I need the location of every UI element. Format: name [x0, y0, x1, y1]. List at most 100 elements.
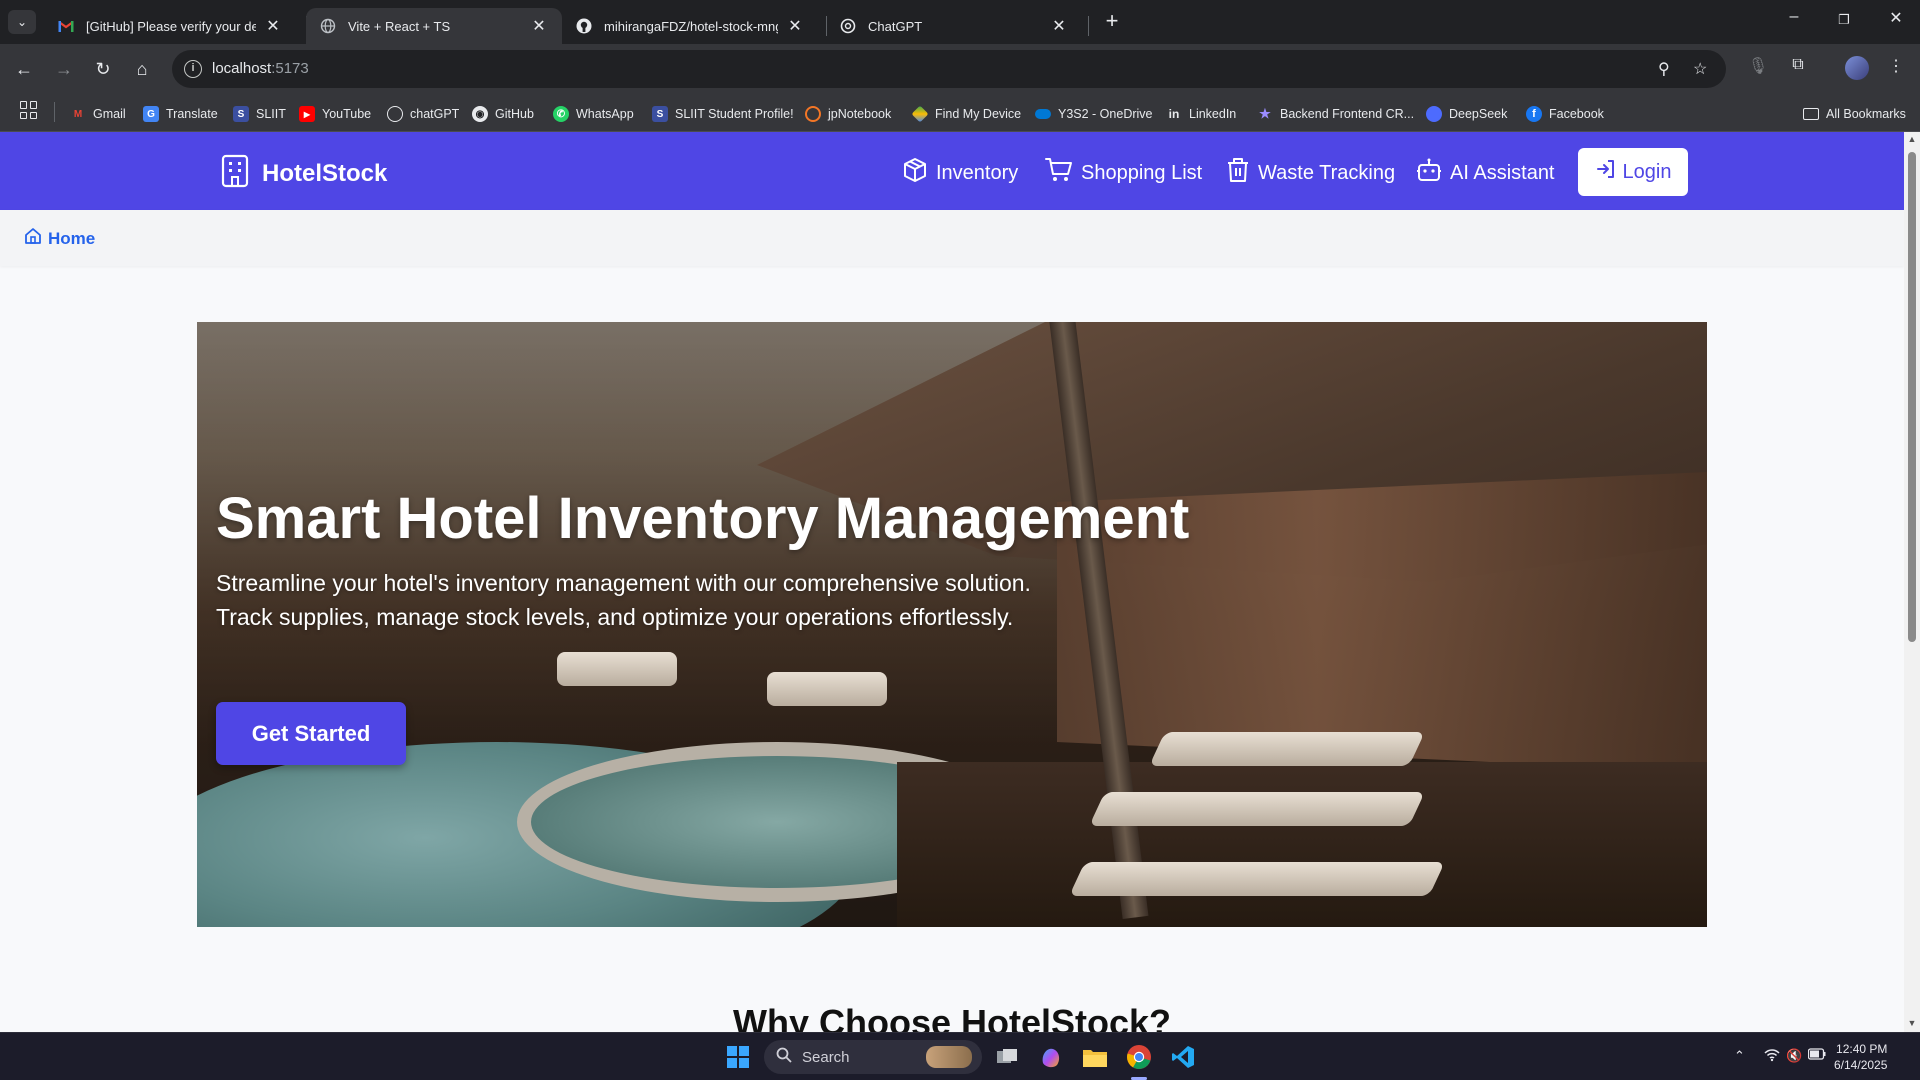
scroll-down-icon[interactable]: ▼	[1907, 1018, 1917, 1028]
back-icon[interactable]: ←	[10, 56, 38, 82]
bookmark-translate[interactable]: G Translate	[143, 104, 218, 124]
bot-icon	[1416, 157, 1450, 189]
close-tab-icon[interactable]: ✕	[530, 16, 548, 36]
hero-image-deck	[897, 762, 1707, 927]
bookmark-label: WhatsApp	[576, 107, 634, 121]
copilot-icon[interactable]	[1036, 1042, 1066, 1072]
youtube-icon: ▶	[299, 106, 315, 122]
tab-vite-react[interactable]: Vite + React + TS ✕	[306, 8, 562, 44]
bookmark-backend-frontend[interactable]: ★ Backend Frontend CR...	[1257, 104, 1414, 124]
windows-start-icon[interactable]	[727, 1046, 749, 1068]
chrome-icon[interactable]	[1124, 1042, 1154, 1072]
site-info-icon[interactable]: i	[184, 60, 202, 78]
get-started-button[interactable]: Get Started	[216, 702, 406, 765]
tray-chevron-icon[interactable]: ⌃	[1734, 1048, 1745, 1064]
reload-icon[interactable]: ↻	[89, 56, 117, 82]
bookmark-label: Find My Device	[935, 107, 1022, 121]
tab-title: Vite + React + TS	[348, 18, 451, 34]
page-viewport: HotelStock Inventory Shopping List Waste…	[0, 132, 1904, 1032]
nav-waste-tracking[interactable]: Waste Tracking	[1226, 157, 1395, 189]
system-clock[interactable]: 12:40 PM 6/14/2025	[1834, 1041, 1887, 1073]
bookmark-label: Facebook	[1549, 107, 1604, 121]
url-text[interactable]: localhost:5173	[212, 60, 309, 77]
scroll-thumb[interactable]	[1908, 152, 1916, 642]
hero-image-lounger	[1069, 862, 1445, 896]
tab-strip: ⌄ [GitHub] Please verify your device ✕ V…	[0, 0, 1920, 44]
cart-icon	[1045, 157, 1081, 189]
section-title: Why Choose HotelStock?	[732, 1002, 1172, 1032]
forward-icon[interactable]: →	[50, 56, 78, 82]
breadcrumb-bar: Home	[0, 210, 1904, 266]
close-tab-icon[interactable]: ✕	[264, 16, 282, 36]
taskbar-search[interactable]: Search	[764, 1040, 982, 1074]
close-tab-icon[interactable]: ✕	[786, 16, 804, 36]
profile-avatar[interactable]	[1845, 56, 1869, 80]
nav-shopping-list[interactable]: Shopping List	[1045, 157, 1202, 189]
volume-muted-icon[interactable]: 🔇	[1786, 1048, 1802, 1064]
bookmark-linkedin[interactable]: in LinkedIn	[1166, 104, 1237, 124]
tab-github-repo[interactable]: mihirangaFDZ/hotel-stock-mng-sy ✕	[562, 8, 818, 44]
file-explorer-icon[interactable]	[1080, 1042, 1110, 1072]
bookmark-onedrive[interactable]: Y3S2 - OneDrive	[1035, 104, 1152, 124]
bookmark-sliit[interactable]: S SLIIT	[233, 104, 286, 124]
bookmark-star-icon[interactable]: ☆	[1693, 59, 1707, 79]
breadcrumb-label: Home	[48, 228, 96, 248]
box-icon	[902, 157, 936, 189]
all-bookmarks[interactable]: All Bookmarks	[1803, 104, 1906, 124]
url-port: :5173	[271, 60, 309, 77]
hero-image-lounger	[1149, 732, 1425, 766]
tab-chatgpt[interactable]: ChatGPT ✕	[826, 8, 1082, 44]
bookmark-label: LinkedIn	[1189, 107, 1237, 121]
task-view-icon[interactable]	[992, 1042, 1022, 1072]
brand-logo[interactable]: HotelStock	[220, 154, 387, 193]
nav-ai-assistant[interactable]: AI Assistant	[1416, 157, 1555, 189]
bookmark-github[interactable]: ◉ GitHub	[472, 104, 534, 124]
home-icon	[24, 227, 48, 250]
bookmark-divider	[54, 102, 55, 122]
window-close-icon[interactable]: ✕	[1876, 8, 1916, 28]
battery-icon[interactable]	[1807, 1048, 1826, 1063]
microphone-icon[interactable]: 🎙	[1744, 56, 1772, 76]
deepseek-icon	[1426, 106, 1442, 122]
nav-inventory[interactable]: Inventory	[902, 157, 1018, 189]
tab-search-button[interactable]: ⌄	[8, 10, 36, 34]
login-button[interactable]: Login	[1578, 148, 1688, 196]
apps-grid-icon[interactable]	[20, 101, 38, 119]
bookmark-whatsapp[interactable]: ✆ WhatsApp	[553, 104, 634, 124]
bookmark-deepseek[interactable]: DeepSeek	[1426, 104, 1507, 124]
bookmark-find-my-device[interactable]: Find My Device	[911, 104, 1022, 124]
bookmark-gmail[interactable]: M Gmail	[70, 104, 126, 124]
address-bar[interactable]: i localhost:5173 ⚲ ☆	[172, 50, 1726, 88]
tab-title: mihirangaFDZ/hotel-stock-mng-sy	[604, 18, 778, 34]
home-icon[interactable]: ⌂	[128, 56, 156, 82]
chatgpt-icon	[387, 106, 403, 122]
scroll-up-icon[interactable]: ▲	[1907, 134, 1917, 144]
menu-icon[interactable]: ⋮	[1882, 56, 1910, 76]
facebook-icon: f	[1526, 106, 1542, 122]
restore-icon[interactable]: ❐	[1824, 12, 1864, 28]
bookmark-jpnotebook[interactable]: jpNotebook	[805, 104, 891, 124]
search-icon	[776, 1047, 802, 1067]
login-label: Login	[1622, 160, 1672, 183]
bookmark-youtube[interactable]: ▶ YouTube	[299, 104, 371, 124]
browser-toolbar: ← → ↻ ⌂ i localhost:5173 ⚲ ☆ 🎙 ⧉ ⋮	[0, 44, 1920, 94]
extensions-icon[interactable]: ⧉	[1784, 56, 1812, 74]
gmail-icon	[58, 18, 74, 34]
vscode-icon[interactable]	[1168, 1042, 1198, 1072]
breadcrumb-home[interactable]: Home	[24, 227, 95, 250]
bookmark-chatgpt[interactable]: chatGPT	[387, 104, 459, 124]
bookmark-sliit-profile[interactable]: S SLIIT Student Profile!	[652, 104, 794, 124]
close-tab-icon[interactable]: ✕	[1050, 16, 1068, 36]
page-scrollbar[interactable]: ▲ ▼	[1904, 132, 1920, 1032]
zoom-icon[interactable]: ⚲	[1658, 59, 1670, 79]
new-tab-button[interactable]: +	[1098, 10, 1126, 34]
bookmark-label: SLIIT	[256, 107, 286, 121]
chatgpt-icon	[840, 18, 856, 34]
folder-icon	[1803, 108, 1819, 120]
tab-github-verify[interactable]: [GitHub] Please verify your device ✕	[44, 8, 296, 44]
minimize-icon[interactable]: –	[1774, 8, 1814, 26]
wifi-icon[interactable]	[1764, 1048, 1780, 1065]
jupyter-icon	[805, 106, 821, 122]
bookmark-facebook[interactable]: f Facebook	[1526, 104, 1604, 124]
trash-icon	[1226, 157, 1258, 189]
